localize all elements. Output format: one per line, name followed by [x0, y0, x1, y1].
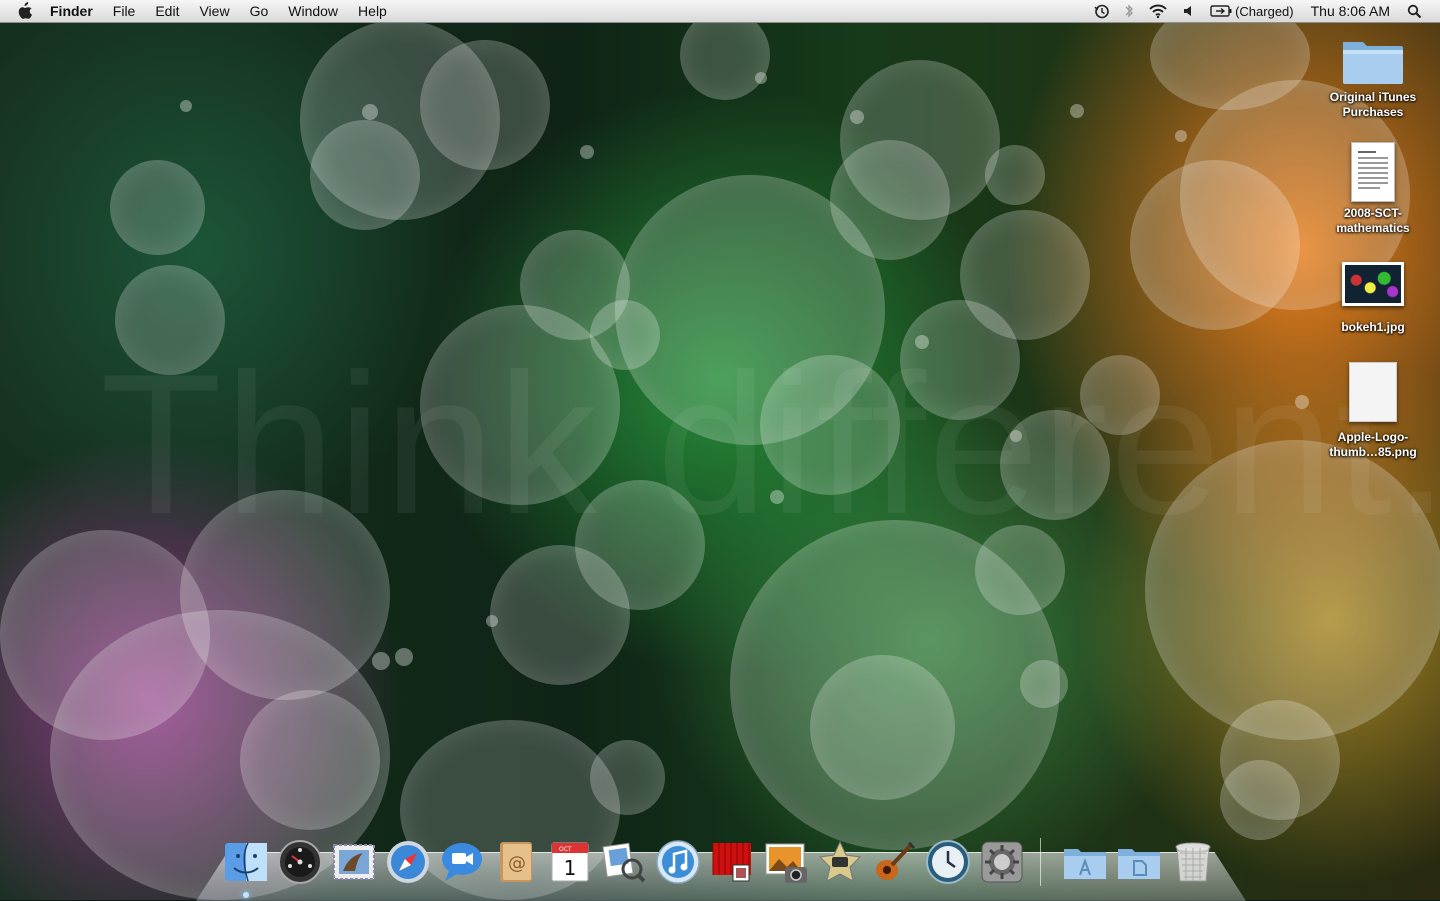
desktop-wallpaper: Think different. [0, 0, 1440, 900]
desktop-icon-label: 2008-SCT- mathematics [1336, 206, 1410, 235]
menu-edit[interactable]: Edit [145, 0, 189, 22]
ical-icon[interactable]: OCT 1 [546, 838, 594, 886]
trash-icon[interactable] [1169, 838, 1217, 886]
garageband-icon[interactable] [870, 838, 918, 886]
bluetooth-icon[interactable] [1117, 0, 1141, 22]
spotlight-search-icon[interactable] [1400, 0, 1440, 22]
svg-text:@: @ [508, 853, 526, 874]
calendar-month: OCT [559, 846, 572, 853]
mail-icon[interactable] [330, 838, 378, 886]
volume-icon[interactable] [1175, 0, 1203, 22]
desktop-icon-sct-mathematics[interactable]: 2008-SCT- mathematics [1318, 142, 1428, 236]
desktop-icon-label: Apple-Logo- thumb…85.png [1329, 430, 1417, 459]
battery-icon[interactable]: (Charged) [1203, 0, 1301, 22]
menu-file[interactable]: File [103, 0, 146, 22]
time-machine-status-icon[interactable] [1087, 0, 1117, 22]
menu-help[interactable]: Help [348, 0, 397, 22]
preview-icon[interactable] [600, 838, 648, 886]
documents-stack-icon[interactable] [1115, 838, 1163, 886]
dashboard-icon[interactable] [276, 838, 324, 886]
wifi-icon[interactable] [1141, 0, 1175, 22]
desktop-icon-label: bokeh1.jpg [1341, 320, 1405, 334]
wallpaper-tagline: Think different. [100, 333, 1440, 556]
address-book-icon[interactable]: @ [492, 838, 540, 886]
folder-icon [1341, 36, 1405, 86]
imovie-icon[interactable] [816, 838, 864, 886]
desktop-icon-itunes-purchases[interactable]: Original iTunes Purchases [1318, 36, 1428, 120]
menu-window[interactable]: Window [278, 0, 348, 22]
apple-menu-icon[interactable] [14, 0, 36, 22]
time-machine-icon[interactable] [924, 838, 972, 886]
applications-stack-icon[interactable] [1061, 838, 1109, 886]
desktop-icon-apple-logo-png[interactable]: Apple-Logo- thumb…85.png [1318, 362, 1428, 460]
running-indicator [243, 892, 249, 898]
document-icon [1351, 142, 1395, 202]
menu-bar: Finder File Edit View Go Window Help (Ch… [0, 0, 1440, 23]
front-row-icon[interactable] [708, 838, 756, 886]
desktop-icon-label: Original iTunes Purchases [1329, 90, 1417, 119]
finder-icon[interactable] [222, 838, 270, 898]
menubar-clock[interactable]: Thu 8:06 AM [1301, 3, 1400, 19]
ichat-icon[interactable] [438, 838, 486, 886]
itunes-icon[interactable] [654, 838, 702, 886]
iphoto-icon[interactable] [762, 838, 810, 886]
battery-status-text: (Charged) [1235, 3, 1294, 19]
safari-icon[interactable] [384, 838, 432, 886]
dock: @ OCT 1 [222, 830, 1217, 898]
image-icon [1342, 262, 1404, 306]
system-preferences-icon[interactable] [978, 838, 1026, 886]
menu-go[interactable]: Go [240, 0, 279, 22]
calendar-day: 1 [564, 856, 577, 880]
png-file-icon [1349, 362, 1397, 422]
menu-view[interactable]: View [189, 0, 239, 22]
dock-separator [1040, 838, 1051, 886]
desktop-icon-bokeh-jpg[interactable]: bokeh1.jpg [1318, 262, 1428, 335]
menu-app-name[interactable]: Finder [40, 0, 103, 22]
